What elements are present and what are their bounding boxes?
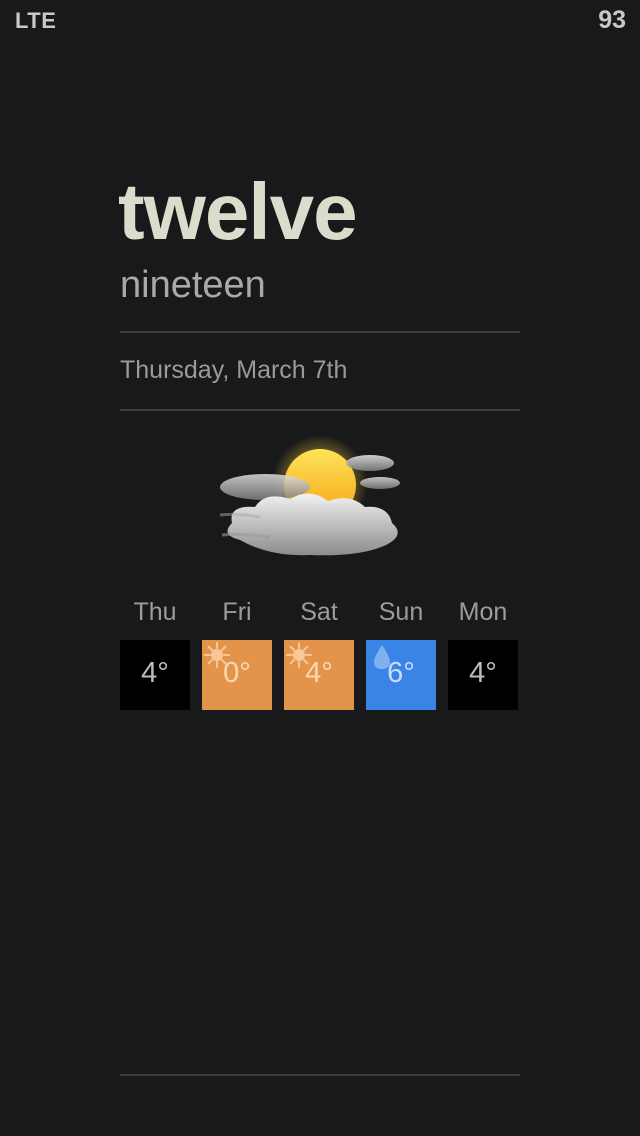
forecast-tile: 0° (202, 640, 272, 710)
date-label: Thursday, March 7th (120, 356, 348, 384)
status-bar: LTE 93 (0, 0, 640, 40)
forecast-temp: 4° (141, 657, 169, 689)
partly-cloudy-icon (219, 435, 400, 556)
forecast-day-label: Fri (222, 598, 252, 626)
battery-level: 93 (598, 6, 626, 34)
forecast-day-label: Sat (300, 598, 338, 626)
forecast-day-label: Mon (458, 598, 508, 626)
weather-clock-screen: LTE 93 twelve nineteen Thursday, March 7… (0, 0, 640, 1136)
forecast-day-label: Thu (133, 598, 177, 626)
carrier-label: LTE (15, 8, 57, 33)
forecast-tile: 4° (120, 640, 190, 710)
date-divider (120, 409, 520, 411)
forecast-temp: 6° (387, 657, 415, 689)
forecast-temp: 4° (305, 657, 333, 689)
forecast-day-label: Sun (378, 598, 424, 626)
forecast-tile: 6° (366, 640, 436, 710)
forecast-temp: 0° (223, 657, 251, 689)
bottom-divider (120, 1074, 520, 1076)
forecast-tile: 4° (448, 640, 518, 710)
forecast-tile: 4° (284, 640, 354, 710)
forecast-strip: Thu 4° Fri 0° Sat 4° Sun 6° Mon 4° (120, 598, 520, 713)
top-divider (120, 331, 520, 333)
forecast-temp: 4° (469, 657, 497, 689)
clock-minute: nineteen (120, 264, 266, 306)
clock-hour: twelve (118, 167, 358, 256)
